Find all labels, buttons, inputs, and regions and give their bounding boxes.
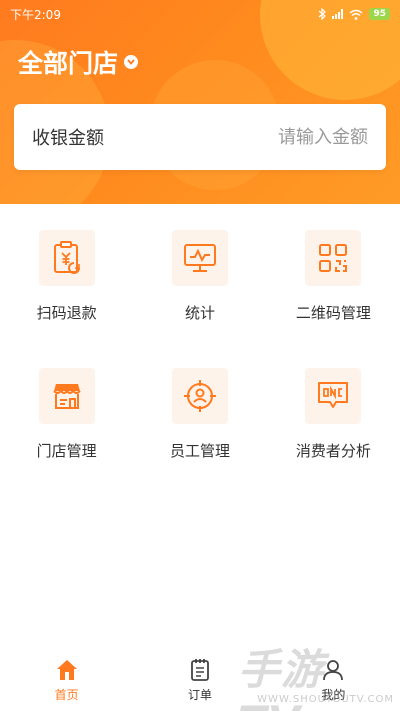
grid-item-statistics[interactable]: 统计 xyxy=(133,230,266,368)
grid-item-label: 统计 xyxy=(184,304,215,322)
store-selector[interactable]: 全部门店 xyxy=(18,44,139,80)
grid-item-store-management[interactable]: 门店管理 xyxy=(0,368,133,506)
grid-item-label: 二维码管理 xyxy=(295,304,371,322)
signal-icon xyxy=(332,9,344,19)
amount-card: 收银金额 xyxy=(14,104,386,170)
grid-item-label: 消费者分析 xyxy=(295,442,371,460)
tab-label: 首页 xyxy=(54,688,79,702)
status-icons: 95 xyxy=(318,8,390,20)
tab-profile[interactable]: 我的 xyxy=(267,652,400,711)
header-banner: 下午2:09 95 全部门店 收银金额 xyxy=(0,0,400,204)
amount-input[interactable] xyxy=(104,126,368,148)
store-title: 全部门店 xyxy=(18,49,119,78)
icon-tile xyxy=(171,230,228,286)
icon-tile xyxy=(171,368,228,424)
scan-refund-icon xyxy=(53,241,80,274)
grid-item-qrcode[interactable]: 二维码管理 xyxy=(267,230,400,368)
status-bar: 下午2:09 95 xyxy=(0,0,400,28)
tab-label: 订单 xyxy=(187,688,212,702)
store-icon xyxy=(52,384,81,409)
tab-home[interactable]: 首页 xyxy=(0,652,133,711)
staff-icon xyxy=(183,380,216,412)
qrcode-icon xyxy=(319,244,348,272)
tab-orders[interactable]: 订单 xyxy=(133,652,266,711)
wifi-icon xyxy=(350,9,363,20)
tab-label: 我的 xyxy=(321,688,346,702)
order-icon xyxy=(191,659,209,681)
grid-item-label: 扫码退款 xyxy=(36,304,97,322)
icon-tile xyxy=(38,368,95,424)
function-grid: 扫码退款 统计 二维码管理 门店管理 员工管理 消费者分析 xyxy=(0,230,400,506)
consumer-analysis-icon xyxy=(318,382,349,408)
grid-item-consumer-analysis[interactable]: 消费者分析 xyxy=(267,368,400,506)
user-icon xyxy=(323,660,344,681)
statistics-monitor-icon xyxy=(183,244,216,272)
status-time: 下午2:09 xyxy=(10,7,61,22)
icon-tile xyxy=(305,230,362,286)
amount-label: 收银金额 xyxy=(32,128,104,149)
chevron-down-icon xyxy=(124,55,139,69)
home-icon xyxy=(56,660,77,680)
bluetooth-icon xyxy=(319,8,327,20)
icon-tile xyxy=(305,368,362,424)
bottom-tab-bar: 首页 订单 我的 xyxy=(0,652,400,711)
grid-item-label: 门店管理 xyxy=(36,442,97,460)
battery-icon: 95 xyxy=(369,8,390,20)
grid-item-staff-management[interactable]: 员工管理 xyxy=(133,368,266,506)
icon-tile xyxy=(38,230,95,286)
grid-item-scan-refund[interactable]: 扫码退款 xyxy=(0,230,133,368)
grid-item-label: 员工管理 xyxy=(169,442,230,460)
